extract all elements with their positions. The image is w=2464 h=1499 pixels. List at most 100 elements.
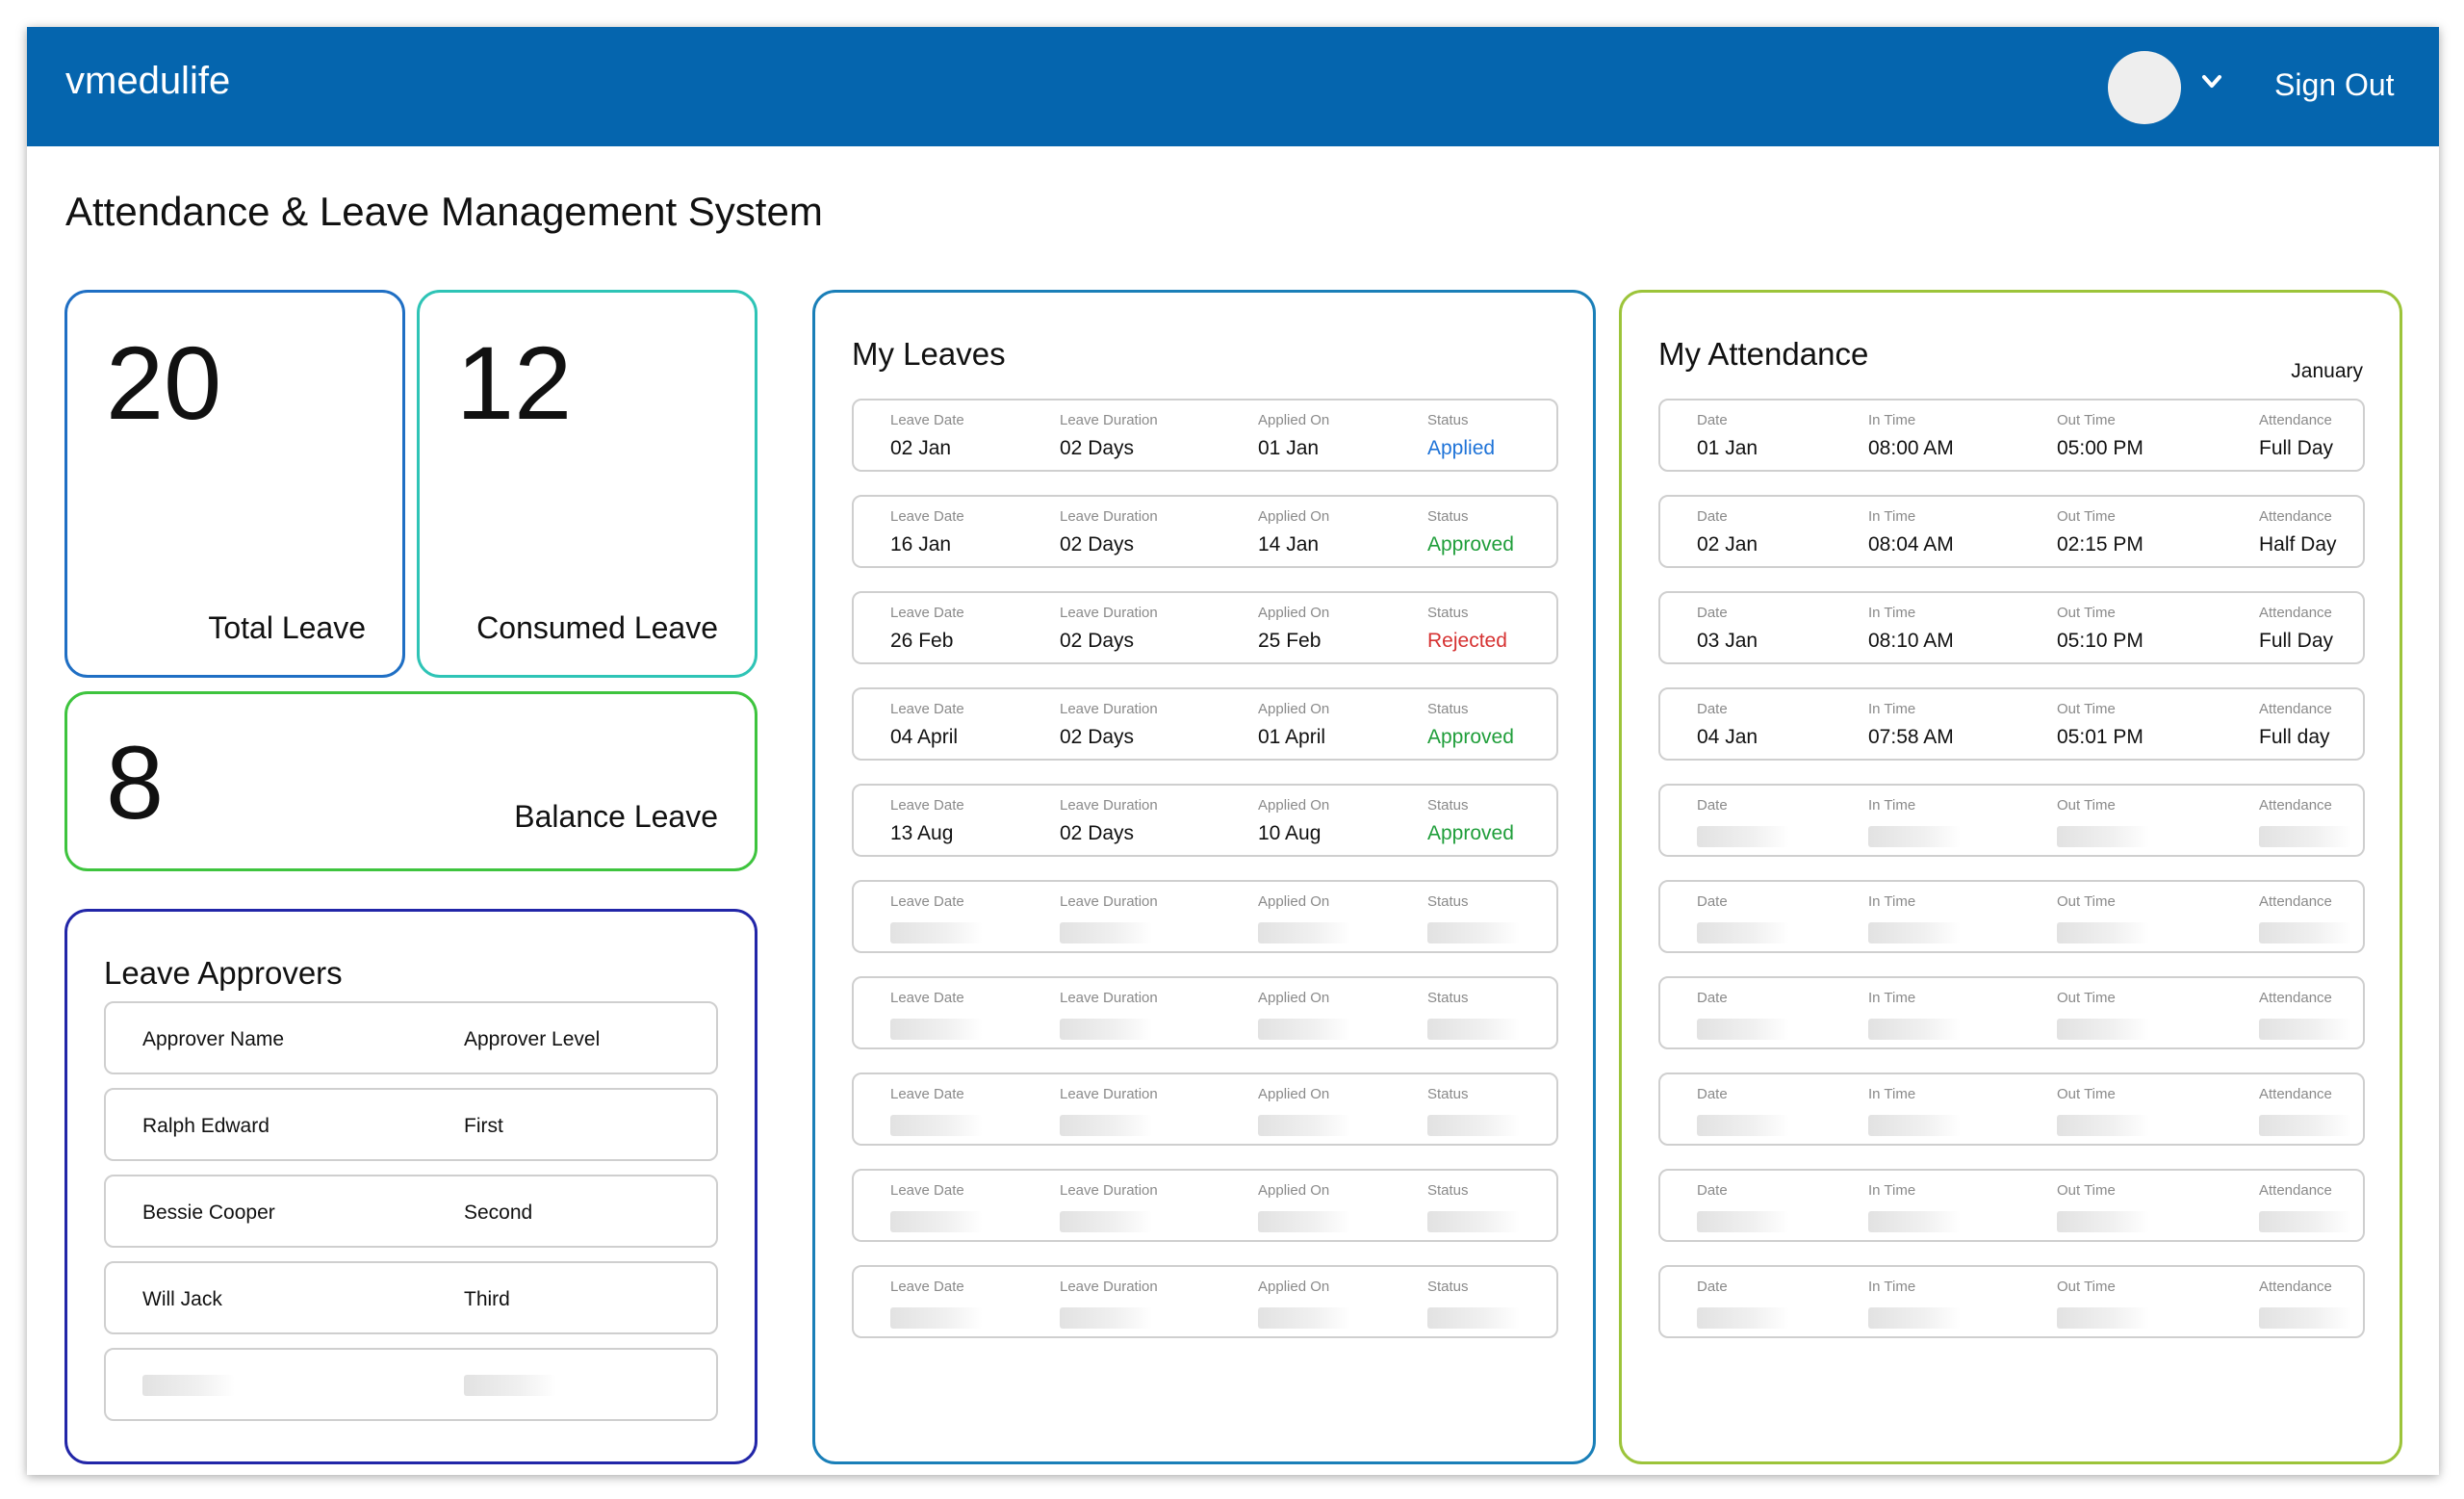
my-attendance-panel: My Attendance January Date 01 Jan In Time 0… [1619,290,2402,1464]
placeholder-bar [1258,1211,1350,1232]
attendance-row[interactable]: Date 01 Jan In Time 08:00 AM Out Time 05:00 P… [1658,399,2365,472]
attendance-row-placeholder[interactable]: Date In Time Out Time Attendance [1658,880,2365,953]
placeholder-bar [1427,922,1520,943]
placeholder-bar [1258,922,1350,943]
in-time-value: 08:04 AM [1868,533,1954,556]
page-title: Attendance & Leave Management System [65,189,823,234]
date-value: 03 Jan [1697,630,1758,652]
leave-date-value: 26 Feb [890,630,954,652]
leave-row-placeholder[interactable]: Leave Date Leave Duration Applied On Status [852,1169,1558,1242]
applied-on-value: 25 Feb [1258,630,1322,652]
attendance-month[interactable]: January [2291,360,2363,383]
my-leaves-title: My Leaves [852,336,1006,372]
placeholder-bar [2057,1019,2149,1040]
balance-leave-value: 8 [106,724,165,840]
applied-on-value: 01 Jan [1258,437,1320,459]
placeholder-bar [1427,1019,1520,1040]
placeholder-bar [1258,1307,1350,1329]
leave-row-placeholder[interactable]: Leave Date Leave Duration Applied On Status [852,1073,1558,1146]
attendance-value: Full Day [2259,630,2334,652]
sign-out-button[interactable]: Sign Out [2274,67,2395,103]
applied-on-label: Applied On [1258,1086,1330,1102]
status-label: Status [1427,1182,1469,1199]
in-time-value: 07:58 AM [1868,726,1954,748]
applied-on-label: Applied On [1258,797,1330,814]
placeholder-bar [2057,1307,2149,1329]
out-time-label: Out Time [2057,1279,2116,1295]
chevron-down-icon[interactable] [2197,67,2226,96]
date-label: Date [1697,797,1728,814]
approver-name: Bessie Cooper [142,1202,275,1224]
in-time-label: In Time [1868,1279,1916,1295]
leave-row[interactable]: Leave Date 13 Aug Leave Duration 02 Days App… [852,784,1558,857]
leave-row[interactable]: Leave Date 04 April Leave Duration 02 Days A… [852,687,1558,761]
leave-row[interactable]: Leave Date 02 Jan Leave Duration 02 Days App… [852,399,1558,472]
approver-name: Will Jack [142,1288,222,1310]
placeholder-bar [464,1375,556,1396]
date-label: Date [1697,605,1728,621]
in-time-label: In Time [1868,412,1916,428]
approver-name: Ralph Edward [142,1115,270,1137]
approver-row[interactable]: Will Jack Third [104,1261,718,1334]
out-time-label: Out Time [2057,1086,2116,1102]
status-label: Status [1427,1279,1469,1295]
leave-row-placeholder[interactable]: Leave Date Leave Duration Applied On Status [852,976,1558,1049]
attendance-row-placeholder[interactable]: Date In Time Out Time Attendance [1658,1169,2365,1242]
placeholder-bar [1868,1211,1961,1232]
leave-duration-label: Leave Duration [1060,605,1158,621]
leave-duration-label: Leave Duration [1060,1279,1158,1295]
placeholder-bar [2259,1019,2351,1040]
leave-date-value: 13 Aug [890,822,954,844]
approver-row[interactable]: Ralph Edward First [104,1088,718,1161]
balance-leave-label: Balance Leave [514,799,718,834]
approver-level: Third [464,1288,510,1310]
attendance-row-placeholder[interactable]: Date In Time Out Time Attendance [1658,1265,2365,1338]
brand-logo[interactable]: vmedulife [65,60,230,103]
placeholder-bar [2259,1211,2351,1232]
leave-row-placeholder[interactable]: Leave Date Leave Duration Applied On Status [852,880,1558,953]
leave-row[interactable]: Leave Date 26 Feb Leave Duration 02 Days App… [852,591,1558,664]
approver-row[interactable]: Bessie Cooper Second [104,1175,718,1248]
out-time-value: 02:15 PM [2057,533,2143,556]
attendance-row-placeholder[interactable]: Date In Time Out Time Attendance [1658,1073,2365,1146]
placeholder-bar [2057,1211,2149,1232]
leave-row[interactable]: Leave Date 16 Jan Leave Duration 02 Days App… [852,495,1558,568]
user-avatar-icon[interactable] [2108,51,2181,124]
in-time-label: In Time [1868,797,1916,814]
applied-on-label: Applied On [1258,508,1330,525]
my-leaves-panel: My Leaves Leave Date 02 Jan Leave Duration… [812,290,1596,1464]
leave-date-value: 16 Jan [890,533,952,556]
date-label: Date [1697,990,1728,1006]
out-time-label: Out Time [2057,990,2116,1006]
in-time-label: In Time [1868,990,1916,1006]
consumed-leave-card: 12 Consumed Leave [417,290,757,678]
date-label: Date [1697,1182,1728,1199]
leave-duration-value: 02 Days [1060,437,1135,459]
leave-duration-label: Leave Duration [1060,701,1158,717]
placeholder-bar [890,1307,983,1329]
leave-duration-value: 02 Days [1060,533,1135,556]
leave-approvers-title: Leave Approvers [104,955,343,991]
attendance-row[interactable]: Date 04 Jan In Time 07:58 AM Out Time 05:01 P… [1658,687,2365,761]
in-time-value: 08:00 AM [1868,437,1954,459]
leave-date-label: Leave Date [890,797,964,814]
leave-row-placeholder[interactable]: Leave Date Leave Duration Applied On Status [852,1265,1558,1338]
out-time-label: Out Time [2057,508,2116,525]
leave-date-label: Leave Date [890,412,964,428]
consumed-leave-value: 12 [456,324,573,441]
attendance-row[interactable]: Date 03 Jan In Time 08:10 AM Out Time 05:10 P… [1658,591,2365,664]
total-leave-value: 20 [106,324,222,441]
leave-date-label: Leave Date [890,1279,964,1295]
approver-level: Second [464,1202,533,1224]
placeholder-bar [1868,1307,1961,1329]
leave-duration-label: Leave Duration [1060,797,1158,814]
placeholder-bar [2057,1115,2149,1136]
in-time-label: In Time [1868,605,1916,621]
attendance-row-placeholder[interactable]: Date In Time Out Time Attendance [1658,976,2365,1049]
attendance-label: Attendance [2259,605,2332,621]
applied-on-label: Applied On [1258,605,1330,621]
attendance-row[interactable]: Date 02 Jan In Time 08:04 AM Out Time 02:15 P… [1658,495,2365,568]
attendance-row-placeholder[interactable]: Date In Time Out Time Attendance [1658,784,2365,857]
placeholder-bar [1258,1019,1350,1040]
leave-duration-label: Leave Duration [1060,412,1158,428]
